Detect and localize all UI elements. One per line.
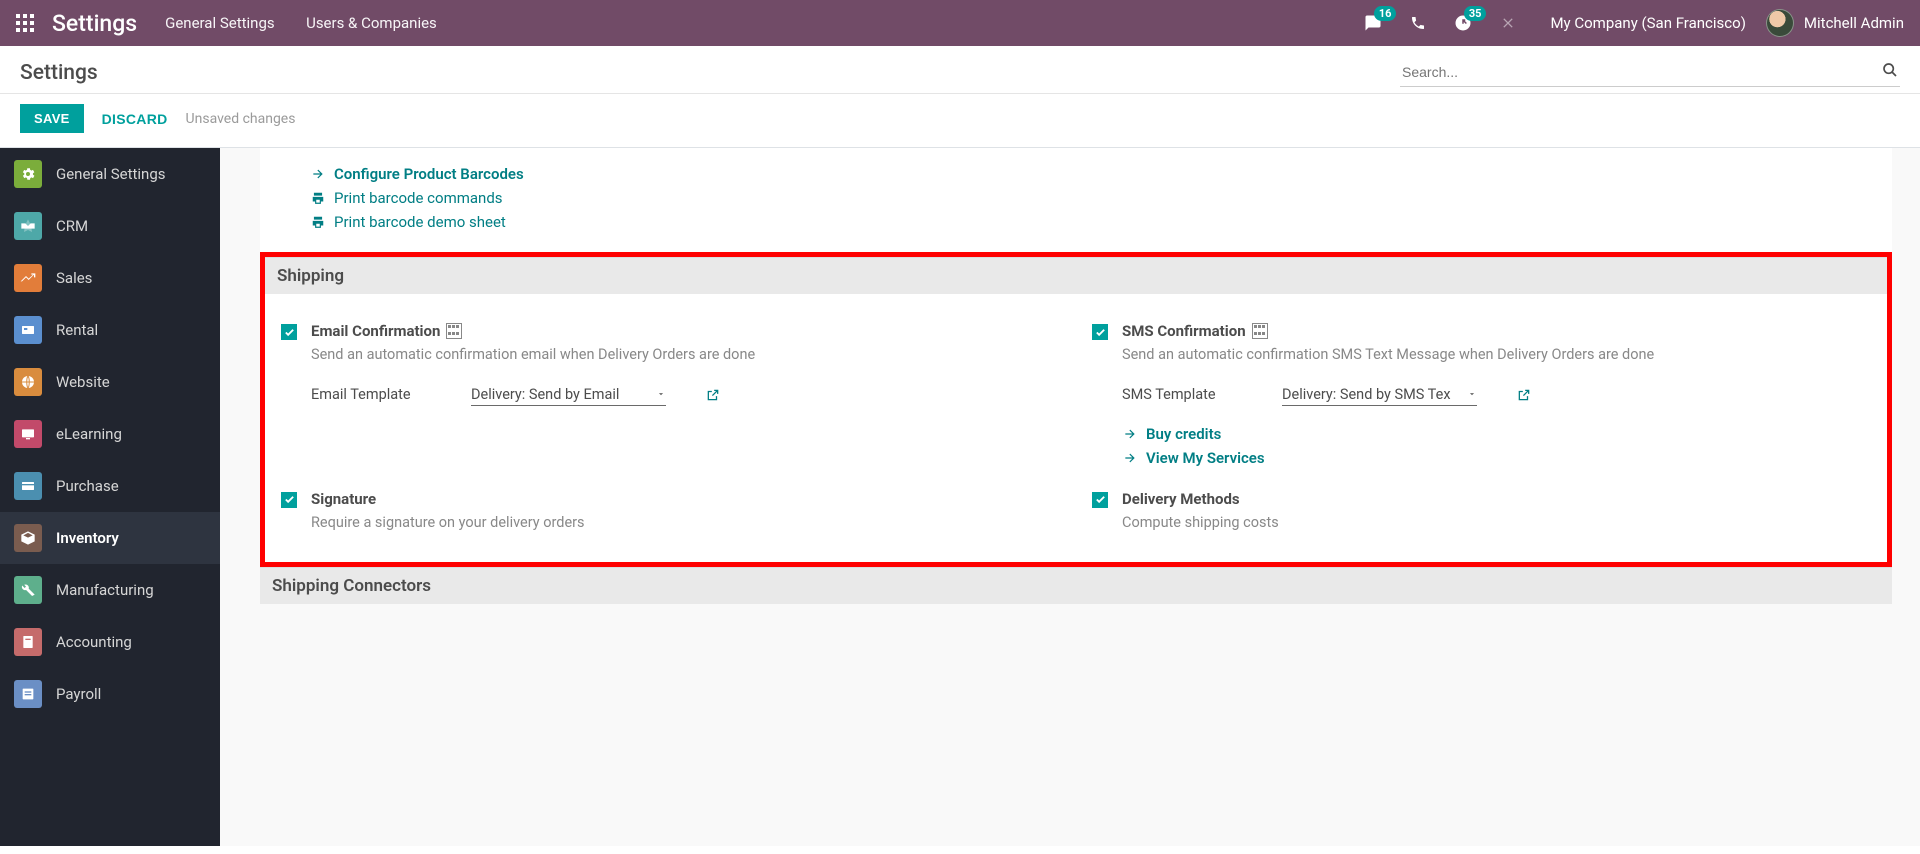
save-button[interactable]: SAVE — [20, 104, 84, 133]
view-services-link[interactable]: View My Services — [1122, 446, 1863, 470]
external-link-icon[interactable] — [706, 388, 720, 402]
key-icon — [14, 316, 42, 344]
field-label: SMS Template — [1122, 386, 1252, 403]
search-icon[interactable] — [1882, 62, 1898, 78]
money-icon — [14, 628, 42, 656]
checkbox-signature[interactable] — [281, 492, 297, 508]
external-link-icon[interactable] — [1517, 388, 1531, 402]
barcode-links: Configure Product Barcodes Print barcode… — [260, 148, 1892, 252]
settings-sidebar: General Settings CRM Sales Rental Websit… — [0, 148, 220, 846]
nav-users-companies[interactable]: Users & Companies — [306, 14, 437, 32]
avatar — [1766, 9, 1794, 37]
action-bar: SAVE DISCARD Unsaved changes — [0, 94, 1920, 148]
page-title: Settings — [20, 61, 98, 85]
activities-icon[interactable]: 35 — [1454, 14, 1472, 32]
setting-desc: Send an automatic confirmation SMS Text … — [1122, 344, 1863, 366]
phone-icon[interactable] — [1410, 15, 1426, 31]
setting-signature: Signature Require a signature on your de… — [265, 480, 1076, 544]
sidebar-item-label: Purchase — [56, 477, 119, 495]
setting-desc: Compute shipping costs — [1122, 512, 1863, 534]
configure-barcodes-link[interactable]: Configure Product Barcodes — [310, 162, 1842, 186]
buy-credits-link[interactable]: Buy credits — [1122, 422, 1863, 446]
sidebar-item-label: Payroll — [56, 685, 101, 703]
sidebar-item-purchase[interactable]: Purchase — [0, 460, 220, 512]
enterprise-icon — [1252, 323, 1268, 339]
sidebar-item-elearning[interactable]: eLearning — [0, 408, 220, 460]
checkbox-sms[interactable] — [1092, 324, 1108, 340]
nav-general-settings[interactable]: General Settings — [165, 14, 275, 32]
sidebar-item-label: Website — [56, 373, 110, 391]
debug-icon[interactable] — [1500, 15, 1516, 31]
box-icon — [14, 524, 42, 552]
unsaved-indicator: Unsaved changes — [186, 111, 296, 127]
checkbox-email[interactable] — [281, 324, 297, 340]
activities-badge: 35 — [1464, 6, 1487, 21]
globe-icon — [14, 368, 42, 396]
checkbox-delivery[interactable] — [1092, 492, 1108, 508]
company-switcher[interactable]: My Company (San Francisco) — [1550, 14, 1745, 32]
sms-template-dropdown[interactable]: Delivery: Send by SMS Tex — [1282, 384, 1477, 406]
sidebar-item-label: Accounting — [56, 633, 132, 651]
sidebar-item-label: CRM — [56, 217, 88, 235]
app-brand[interactable]: Settings — [52, 10, 137, 37]
sidebar-item-crm[interactable]: CRM — [0, 200, 220, 252]
sidebar-item-label: General Settings — [56, 165, 166, 183]
search-input[interactable] — [1400, 58, 1900, 87]
wrench-icon — [14, 576, 42, 604]
arrow-right-icon — [310, 167, 326, 181]
credit-card-icon — [14, 472, 42, 500]
search-wrap — [1400, 58, 1900, 87]
setting-delivery-methods: Delivery Methods Compute shipping costs — [1076, 480, 1887, 544]
messages-badge: 16 — [1374, 6, 1397, 21]
user-name: Mitchell Admin — [1804, 14, 1904, 32]
printer-icon — [310, 191, 326, 205]
setting-desc: Send an automatic confirmation email whe… — [311, 344, 1052, 366]
section-shipping-connectors: Shipping Connectors — [260, 567, 1892, 604]
sidebar-item-inventory[interactable]: Inventory — [0, 512, 220, 564]
email-template-dropdown[interactable]: Delivery: Send by Email — [471, 384, 666, 406]
gear-icon — [14, 160, 42, 188]
arrow-right-icon — [1122, 451, 1138, 465]
enterprise-icon — [446, 323, 462, 339]
setting-email-confirmation: Email Confirmation Send an automatic con… — [265, 312, 1076, 480]
sidebar-item-label: Sales — [56, 269, 92, 287]
graduation-icon — [14, 420, 42, 448]
sidebar-item-rental[interactable]: Rental — [0, 304, 220, 356]
sidebar-item-manufacturing[interactable]: Manufacturing — [0, 564, 220, 616]
sidebar-item-label: Manufacturing — [56, 581, 154, 599]
setting-sms-confirmation: SMS Confirmation Send an automatic confi… — [1076, 312, 1887, 480]
sidebar-item-label: Inventory — [56, 529, 119, 547]
messages-icon[interactable]: 16 — [1364, 14, 1382, 32]
highlighted-region: Shipping Email Confirmation Send an auto… — [260, 252, 1892, 567]
main-content[interactable]: Configure Product Barcodes Print barcode… — [220, 148, 1920, 846]
field-label: Email Template — [311, 386, 441, 403]
apps-icon[interactable] — [16, 14, 34, 32]
handshake-icon — [14, 212, 42, 240]
section-shipping: Shipping — [265, 257, 1887, 294]
discard-button[interactable]: DISCARD — [102, 111, 168, 127]
sidebar-item-label: Rental — [56, 321, 98, 339]
sidebar-item-label: eLearning — [56, 425, 122, 443]
sidebar-item-general[interactable]: General Settings — [0, 148, 220, 200]
print-barcode-demo-link[interactable]: Print barcode demo sheet — [310, 210, 1842, 234]
print-barcode-cmds-link[interactable]: Print barcode commands — [310, 186, 1842, 210]
user-menu[interactable]: Mitchell Admin — [1766, 9, 1904, 37]
sidebar-item-website[interactable]: Website — [0, 356, 220, 408]
printer-icon — [310, 215, 326, 229]
setting-desc: Require a signature on your delivery ord… — [311, 512, 1052, 534]
sidebar-item-payroll[interactable]: Payroll — [0, 668, 220, 720]
payroll-icon — [14, 680, 42, 708]
topbar: Settings General Settings Users & Compan… — [0, 0, 1920, 46]
chart-up-icon — [14, 264, 42, 292]
sidebar-item-accounting[interactable]: Accounting — [0, 616, 220, 668]
top-nav: General Settings Users & Companies — [165, 14, 465, 32]
arrow-right-icon — [1122, 427, 1138, 441]
breadcrumb-bar: Settings — [0, 46, 1920, 94]
sidebar-item-sales[interactable]: Sales — [0, 252, 220, 304]
